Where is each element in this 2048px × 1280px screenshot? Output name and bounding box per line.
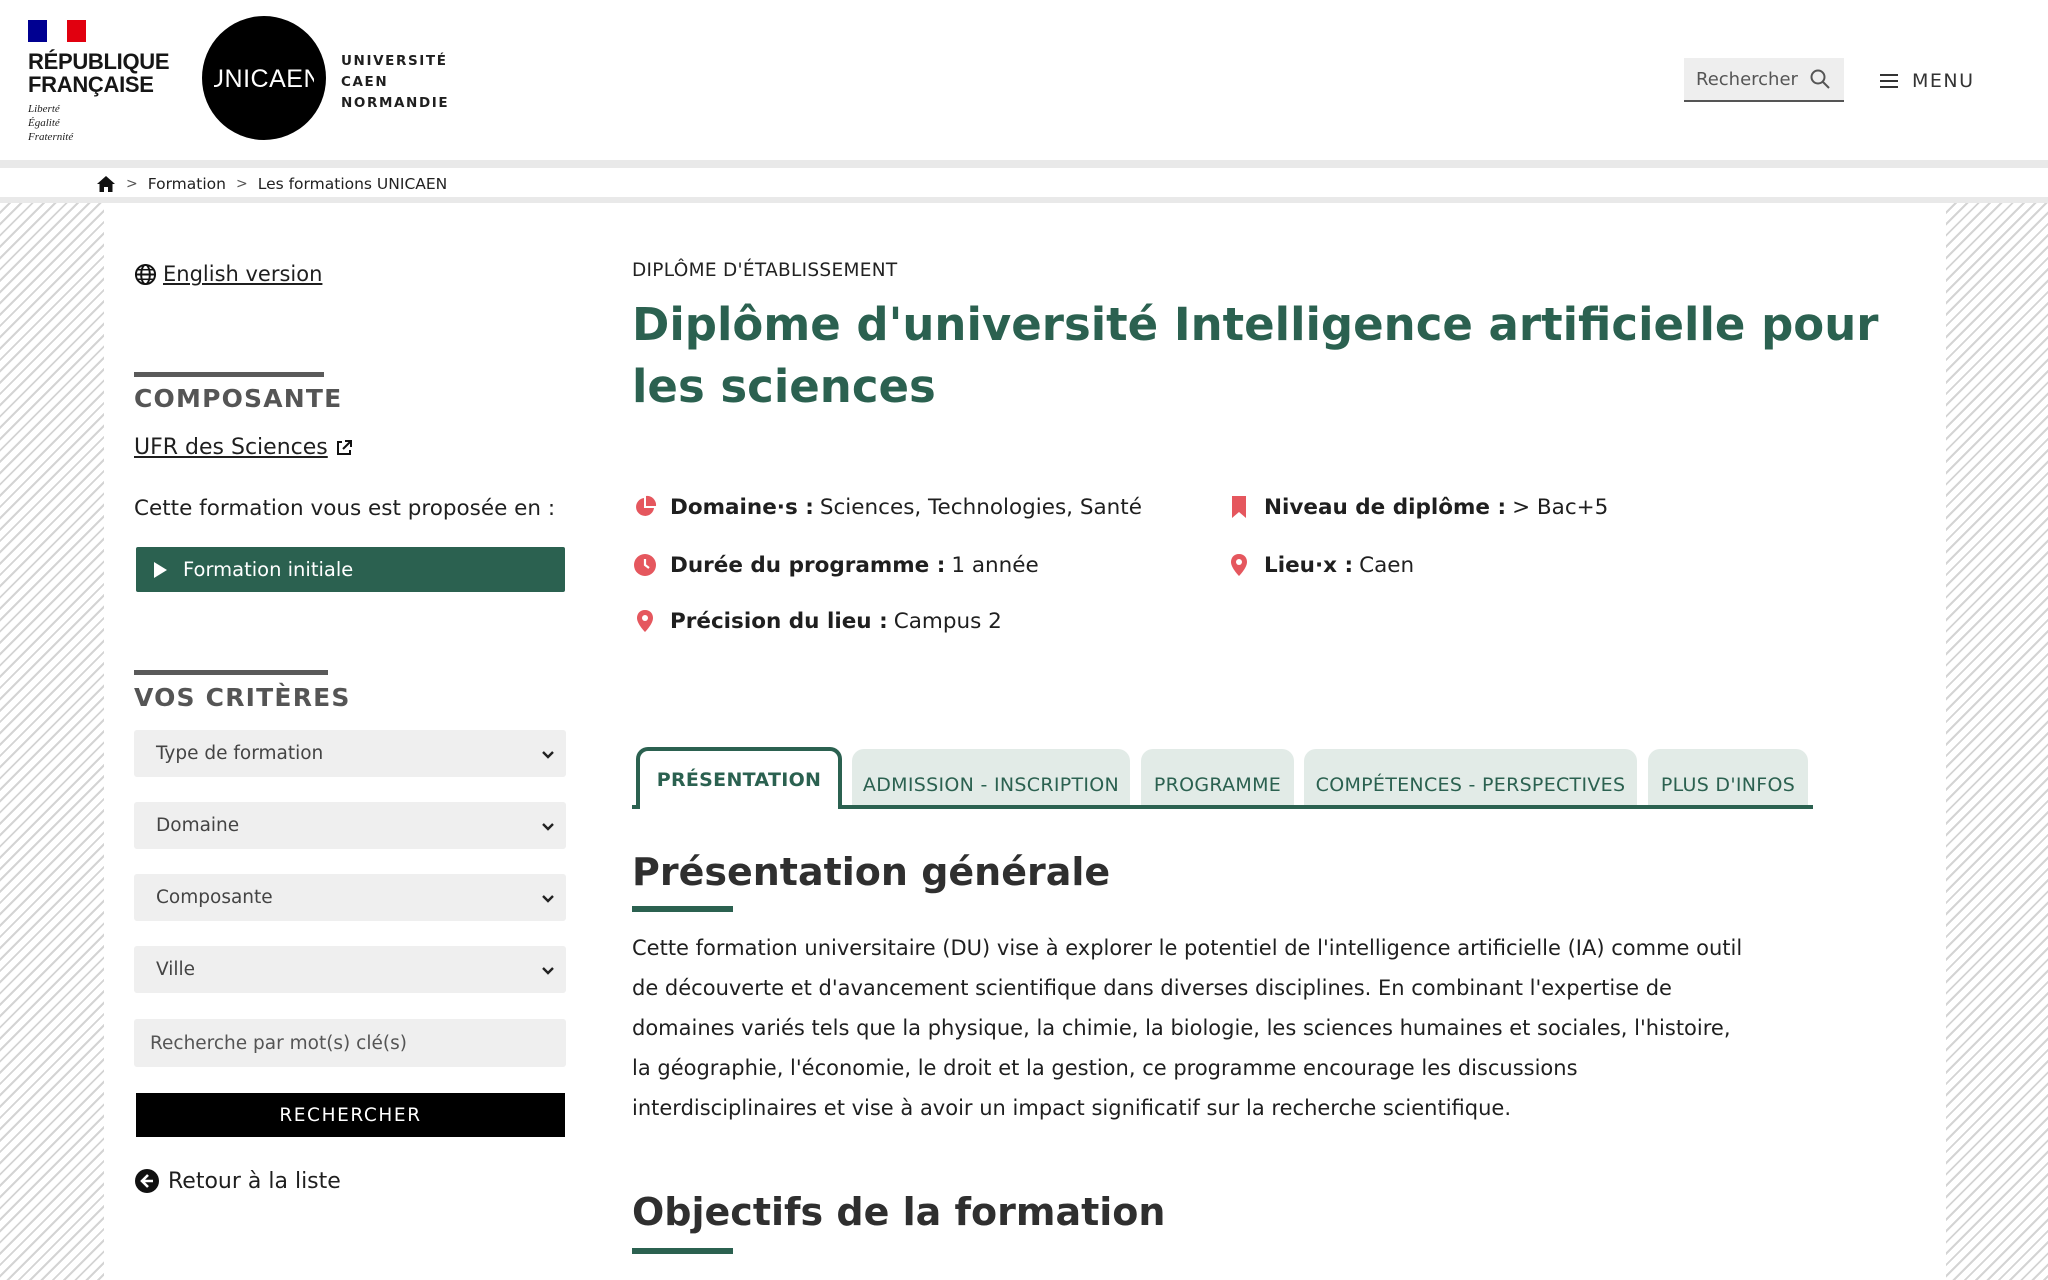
search-icon [1808, 67, 1832, 91]
formation-initiale-label: Formation initiale [183, 558, 354, 581]
info-label: Niveau de diplôme : [1264, 494, 1507, 520]
formation-initiale-toggle[interactable]: Formation initiale [136, 547, 565, 592]
type-formation-select[interactable]: Type de formation [134, 730, 566, 777]
info-value: > Bac+5 [1512, 494, 1609, 520]
rechercher-button[interactable]: RECHERCHER [136, 1093, 565, 1137]
info-lieux: Lieu·x : Caen [1226, 552, 1414, 578]
back-to-list-label: Retour à la liste [168, 1168, 341, 1194]
presentation-text: Cette formation universitaire (DU) vise … [632, 936, 1743, 1120]
select-label: Domaine [156, 815, 240, 836]
composante-heading-bar [134, 372, 324, 377]
tab-presentation[interactable]: PRÉSENTATION [636, 747, 842, 809]
composante-heading: COMPOSANTE [134, 384, 343, 413]
select-label: Type de formation [156, 743, 324, 764]
chevron-down-icon [540, 746, 556, 762]
french-flag-icon [28, 20, 86, 42]
menu-label: MENU [1912, 70, 1975, 92]
chevron-down-icon [540, 890, 556, 906]
republique-francaise-logo[interactable]: RÉPUBLIQUE FRANÇAISE Liberté Égalité Fra… [28, 20, 178, 144]
formation-mode-intro: Cette formation vous est proposée en : [134, 496, 556, 521]
site-header: RÉPUBLIQUE FRANÇAISE Liberté Égalité Fra… [0, 0, 2048, 160]
breadcrumb: > Formation > Les formations UNICAEN [96, 168, 447, 200]
svg-text:UNICAEN: UNICAEN [214, 65, 314, 93]
criteres-heading-bar [134, 670, 328, 675]
tab-programme[interactable]: PROGRAMME [1141, 749, 1294, 807]
section-underline [632, 1248, 733, 1254]
english-version-link[interactable]: English version [134, 262, 322, 286]
breadcrumb-item-formation[interactable]: Formation [148, 175, 226, 193]
ville-select[interactable]: Ville [134, 946, 566, 993]
header-search-button[interactable]: Rechercher [1684, 58, 1844, 102]
info-label: Durée du programme : [670, 552, 946, 578]
pie-chart-icon [632, 494, 658, 520]
breadcrumb-separator: > [126, 176, 138, 192]
external-link-icon [334, 438, 354, 458]
unicaen-logo-icon: UNICAEN [214, 65, 314, 93]
info-value: Sciences, Technologies, Santé [819, 494, 1142, 520]
breadcrumb-top-border [0, 160, 2048, 168]
criteres-heading: VOS CRITÈRES [134, 683, 351, 712]
tab-admission-inscription[interactable]: ADMISSION - INSCRIPTION [852, 749, 1130, 807]
arrow-left-circle-icon [134, 1168, 160, 1194]
ufr-sciences-label: UFR des Sciences [134, 435, 328, 460]
keyword-search-input[interactable] [134, 1019, 566, 1067]
diploma-type: DIPLÔME D'ÉTABLISSEMENT [632, 260, 898, 281]
hatched-margin-left [0, 203, 104, 1280]
globe-icon [134, 263, 157, 286]
back-to-list-link[interactable]: Retour à la liste [134, 1168, 341, 1194]
select-label: Ville [156, 959, 196, 980]
university-name: UNIVERSITÉ CAEN NORMANDIE [341, 53, 450, 111]
presentation-title: Présentation générale [632, 850, 1111, 894]
search-label: Rechercher [1696, 68, 1798, 90]
hamburger-icon [1880, 74, 1898, 88]
section-underline [632, 906, 733, 912]
tab-competences-perspectives[interactable]: COMPÉTENCES - PERSPECTIVES [1304, 749, 1637, 807]
hatched-margin-right [1946, 203, 2048, 1280]
menu-button[interactable]: MENU [1880, 64, 1975, 98]
tab-plus-infos[interactable]: PLUS D'INFOS [1648, 749, 1808, 807]
info-value: Caen [1359, 552, 1415, 578]
info-precision-lieu: Précision du lieu : Campus 2 [632, 608, 1002, 634]
play-icon [154, 561, 167, 578]
info-value: Campus 2 [893, 608, 1002, 634]
select-label: Composante [156, 887, 273, 908]
info-label: Précision du lieu : [670, 608, 888, 634]
composante-select[interactable]: Composante [134, 874, 566, 921]
ufr-sciences-link[interactable]: UFR des Sciences [134, 435, 354, 460]
info-value: 1 année [951, 552, 1039, 578]
objectifs-title: Objectifs de la formation [632, 1190, 1166, 1234]
chevron-down-icon [540, 962, 556, 978]
republique-motto: Liberté Égalité Fraternité [28, 103, 74, 143]
map-pin-icon [632, 608, 658, 634]
domaine-select[interactable]: Domaine [134, 802, 566, 849]
breadcrumb-item-formations-unicaen[interactable]: Les formations UNICAEN [258, 175, 448, 193]
breadcrumb-separator: > [235, 176, 248, 192]
unicaen-logo[interactable]: UNICAEN [202, 16, 326, 140]
map-pin-icon [1226, 552, 1252, 578]
info-duree: Durée du programme : 1 année [632, 552, 1039, 578]
info-domaines: Domaine·s : Sciences, Technologies, Sant… [632, 494, 1142, 520]
page-title: Diplôme d'université Intelligence artifi… [632, 298, 1879, 413]
english-version-label: English version [163, 262, 323, 286]
republique-title: RÉPUBLIQUE FRANÇAISE [28, 49, 170, 97]
info-label: Lieu·x : [1264, 552, 1354, 578]
chevron-down-icon [540, 818, 556, 834]
info-label: Domaine·s : [670, 494, 814, 520]
bookmark-icon [1226, 494, 1252, 520]
clock-icon [632, 552, 658, 578]
info-niveau: Niveau de diplôme : > Bac+5 [1226, 494, 1608, 520]
home-icon[interactable] [96, 174, 116, 194]
